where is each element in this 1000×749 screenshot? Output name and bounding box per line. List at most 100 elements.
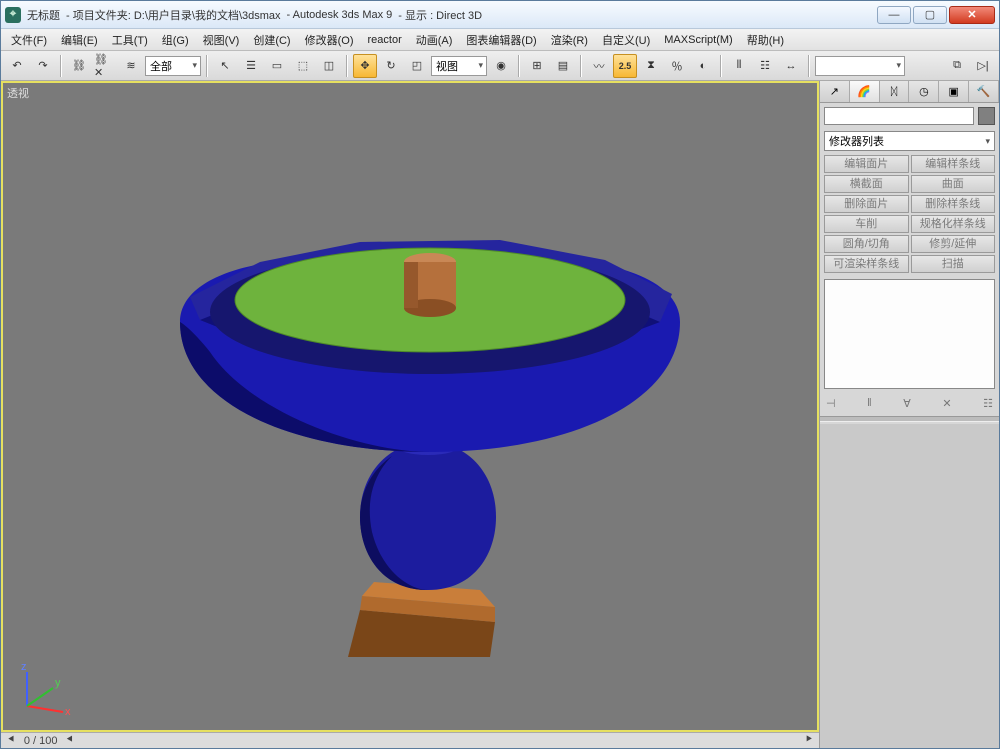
pivot-button[interactable]: ◉ — [489, 54, 513, 78]
menu-help[interactable]: 帮助(H) — [741, 30, 790, 50]
pin-stack-icon[interactable]: ⊣ — [826, 397, 836, 410]
scale-button[interactable]: ◰ — [405, 54, 429, 78]
select-button[interactable]: ↖ — [213, 54, 237, 78]
percent-snap-button[interactable]: ％ — [665, 54, 689, 78]
menu-file[interactable]: 文件(F) — [5, 30, 53, 50]
named-selection-combo[interactable] — [815, 56, 905, 76]
viewport-label: 透视 — [7, 85, 29, 101]
panel-divider[interactable] — [820, 416, 999, 422]
btn-lathe[interactable]: 车削 — [824, 215, 909, 233]
modifier-list-combo[interactable]: 修改器列表 — [824, 131, 995, 151]
tab-motion[interactable]: ◷ — [909, 81, 939, 102]
object-color-swatch[interactable] — [978, 107, 995, 125]
menu-rendering[interactable]: 渲染(R) — [545, 30, 594, 50]
list-icon: ☰ — [246, 59, 256, 72]
btn-renderable-spline[interactable]: 可渲染样条线 — [824, 255, 909, 273]
remove-modifier-icon[interactable]: ✕ — [942, 397, 951, 410]
tab-hierarchy[interactable]: ᛞ — [880, 81, 910, 102]
window-icon: ⬚ — [298, 59, 308, 72]
menu-tools[interactable]: 工具(T) — [106, 30, 154, 50]
menu-maxscript[interactable]: MAXScript(M) — [658, 32, 738, 48]
spinner-snap-button[interactable]: ◐ — [691, 54, 715, 78]
timeline-bar[interactable]: ⯇ 0 / 100 ⯇ ⯈ — [1, 732, 819, 748]
menu-reactor[interactable]: reactor — [362, 32, 408, 48]
redo-button[interactable]: ↷ — [31, 54, 55, 78]
btn-cross-section[interactable]: 横截面 — [824, 175, 909, 193]
keyframe-icon: ▷| — [977, 59, 988, 72]
btn-surface[interactable]: 曲面 — [911, 175, 996, 193]
undo-button[interactable]: ↶ — [5, 54, 29, 78]
cursor-icon: ↖ — [220, 59, 229, 72]
rotate-button[interactable]: ↻ — [379, 54, 403, 78]
move-icon: ✥ — [360, 59, 369, 72]
show-end-result-icon[interactable]: ‖ — [867, 397, 872, 410]
titlebar[interactable]: ⌖ 无标题 - 项目文件夹: D:\用户目录\我的文档\3dsmax - Aut… — [1, 1, 999, 29]
selection-filter-combo[interactable]: 全部 — [145, 56, 201, 76]
unlink-button[interactable]: ⛓✕ — [93, 54, 117, 78]
title-app: - Autodesk 3ds Max 9 — [287, 9, 393, 21]
select-region-button[interactable]: ▭ — [265, 54, 289, 78]
btn-delete-spline[interactable]: 删除样条线 — [911, 195, 996, 213]
btn-fillet-chamfer[interactable]: 圆角/切角 — [824, 235, 909, 253]
unlink-icon: ⛓✕ — [94, 53, 116, 79]
align-group-button[interactable]: ☷ — [753, 54, 777, 78]
menu-group[interactable]: 组(G) — [156, 30, 195, 50]
mirror-icon: ⦀ — [737, 59, 742, 72]
menu-views[interactable]: 视图(V) — [197, 30, 246, 50]
menu-create[interactable]: 创建(C) — [247, 30, 296, 50]
menu-animation[interactable]: 动画(A) — [410, 30, 459, 50]
move-button[interactable]: ✥ — [353, 54, 377, 78]
minimize-button[interactable]: — — [877, 6, 911, 24]
window-crossing-button[interactable]: ⬚ — [291, 54, 315, 78]
toolbar-end-group[interactable]: ⧉ — [945, 54, 969, 78]
rollout-area — [820, 424, 999, 748]
display-icon: ▣ — [949, 85, 959, 98]
main-area: 透视 — [1, 81, 999, 748]
tab-utilities[interactable]: 🔨 — [969, 81, 999, 102]
align-group-icon: ☷ — [760, 59, 770, 72]
menu-modifiers[interactable]: 修改器(O) — [299, 30, 360, 50]
angle-snap-button[interactable]: ⧗ — [639, 54, 663, 78]
manipulate-icon: ⊞ — [532, 59, 541, 72]
tab-create[interactable]: ↗ — [820, 81, 850, 102]
link-button[interactable]: ⛓ — [67, 54, 91, 78]
align-button[interactable]: ↔ — [779, 54, 803, 78]
modifier-stack[interactable] — [824, 279, 995, 389]
btn-edit-patch[interactable]: 编辑面片 — [824, 155, 909, 173]
manipulate-button[interactable]: ⊞ — [525, 54, 549, 78]
maximize-button[interactable]: ▢ — [913, 6, 947, 24]
btn-normalize-spline[interactable]: 规格化样条线 — [911, 215, 996, 233]
ref-coord-combo[interactable]: 视图 — [431, 56, 487, 76]
scale-icon: ◰ — [412, 59, 422, 72]
object-name-row — [820, 103, 999, 129]
title-display: - 显示 : Direct 3D — [398, 7, 482, 23]
pivot-icon: ◉ — [496, 59, 506, 72]
btn-edit-spline[interactable]: 编辑样条线 — [911, 155, 996, 173]
snap-25-button[interactable]: 2.5 — [613, 54, 637, 78]
perspective-viewport[interactable]: 透视 — [1, 81, 819, 732]
menu-edit[interactable]: 编辑(E) — [55, 30, 104, 50]
menu-customize[interactable]: 自定义(U) — [596, 30, 656, 50]
btn-delete-patch[interactable]: 删除面片 — [824, 195, 909, 213]
timeline-prev-icon[interactable]: ⯇ — [7, 734, 16, 747]
make-unique-icon[interactable]: ∀ — [903, 397, 911, 410]
tab-display[interactable]: ▣ — [939, 81, 969, 102]
mirror-button[interactable]: ⦀ — [727, 54, 751, 78]
timeline-mid-icon[interactable]: ⯇ — [65, 734, 74, 747]
timeline-next-icon[interactable]: ⯈ — [804, 734, 813, 747]
object-name-input[interactable] — [824, 107, 974, 125]
close-button[interactable]: ✕ — [949, 6, 995, 24]
select-by-name-button[interactable]: ☰ — [239, 54, 263, 78]
toolbar-end-arrow[interactable]: ▷| — [971, 54, 995, 78]
scene-render — [3, 83, 817, 730]
bind-spacewarp-button[interactable]: ≋ — [119, 54, 143, 78]
tab-modify[interactable]: 🌈 — [850, 81, 880, 102]
configure-sets-icon[interactable]: ☷ — [983, 397, 993, 410]
btn-sweep[interactable]: 扫描 — [911, 255, 996, 273]
curve-editor-button[interactable]: 〰 — [587, 54, 611, 78]
menu-graph-editors[interactable]: 图表编辑器(D) — [460, 30, 542, 50]
btn-trim-extend[interactable]: 修剪/延伸 — [911, 235, 996, 253]
menubar: 文件(F) 编辑(E) 工具(T) 组(G) 视图(V) 创建(C) 修改器(O… — [1, 29, 999, 51]
crossing-button[interactable]: ◫ — [317, 54, 341, 78]
layers-button[interactable]: ▤ — [551, 54, 575, 78]
